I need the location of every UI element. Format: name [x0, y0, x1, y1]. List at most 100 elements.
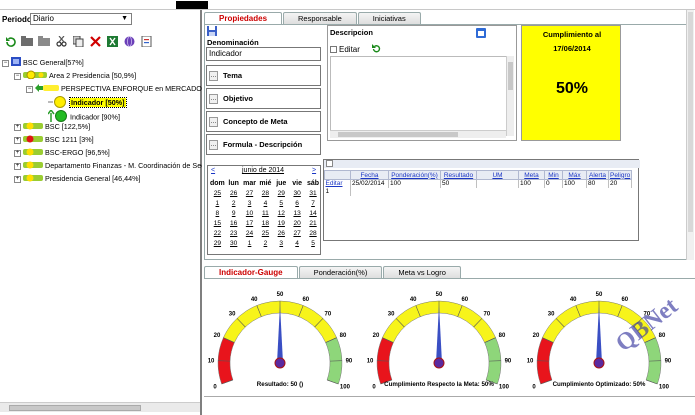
objetivo-field[interactable]: … Objetivo	[206, 88, 321, 109]
collapse-icon[interactable]: −	[2, 59, 9, 67]
calendar-day[interactable]: 25	[257, 228, 273, 238]
calendar-day[interactable]: 12	[273, 208, 289, 218]
tema-field[interactable]: … Tema	[206, 65, 321, 86]
grid-pager[interactable]: 1	[324, 187, 351, 196]
calendar-day[interactable]: 31	[305, 188, 321, 198]
ellipsis-button[interactable]: …	[209, 117, 218, 127]
collapse-icon[interactable]: −	[14, 72, 21, 80]
tree-node-presidencia[interactable]: + Presidencia General [46,44%]	[14, 173, 141, 183]
expand-icon[interactable]: +	[14, 175, 21, 183]
expand-icon[interactable]: +	[14, 162, 21, 170]
calendar-day[interactable]: 29	[209, 238, 226, 248]
copy-icon[interactable]	[72, 35, 84, 47]
edit-window-icon[interactable]	[476, 28, 486, 40]
scrollbar-thumb[interactable]	[508, 62, 513, 90]
ellipsis-button[interactable]: …	[209, 94, 218, 104]
tree-node-depto-finanzas[interactable]: + Departamento Finanzas - M. Coordinación…	[14, 160, 202, 170]
folder-icon[interactable]	[21, 35, 33, 47]
tree-node-indicador-50[interactable]: Indicador [50%]	[48, 96, 127, 109]
descripcion-textarea[interactable]	[330, 56, 514, 136]
calendar-day[interactable]: 6	[289, 198, 305, 208]
calendar-day[interactable]: 20	[289, 218, 305, 228]
denominacion-input[interactable]: Indicador	[206, 47, 321, 61]
grid-header-meta[interactable]: Meta	[518, 170, 545, 180]
folder-open-icon[interactable]	[38, 35, 50, 47]
calendar-day[interactable]: 10	[242, 208, 258, 218]
tree-node-area2[interactable]: − Area 2 Presidencia [50,9%]	[14, 70, 136, 80]
calendar-day[interactable]: 29	[273, 188, 289, 198]
editar-checkbox[interactable]	[330, 46, 337, 53]
calendar-day[interactable]: 30	[226, 238, 242, 248]
calendar-day[interactable]: 17	[242, 218, 258, 228]
calendar-day[interactable]: 18	[257, 218, 273, 228]
grid-header-ponderacion[interactable]: Ponderación(%)	[388, 170, 441, 180]
editar-checkbox-row[interactable]: Editar	[330, 44, 381, 55]
calendar-day[interactable]: 26	[273, 228, 289, 238]
globe-icon[interactable]	[123, 35, 135, 47]
expand-icon[interactable]: +	[14, 149, 21, 157]
grid-edit-link[interactable]: Editar	[324, 179, 351, 188]
calendar-day[interactable]: 7	[305, 198, 321, 208]
tree-node-bsc-ergo[interactable]: + BSC-ERGO [96,5%]	[14, 147, 110, 157]
calendar-day[interactable]: 23	[226, 228, 242, 238]
tree-node-indicador-90[interactable]: Indicador [90%]	[47, 108, 120, 122]
collapse-icon[interactable]: −	[26, 85, 33, 93]
calendar-next-month[interactable]: >	[312, 167, 316, 174]
calendar-day[interactable]: 28	[305, 228, 321, 238]
ellipsis-button[interactable]: …	[209, 71, 218, 81]
formula-field[interactable]: … Formula - Descripción	[206, 134, 321, 155]
calendar-day[interactable]: 14	[305, 208, 321, 218]
tree-node-bsc-general[interactable]: − BSC General[57%]	[2, 57, 84, 67]
calendar-day[interactable]: 28	[257, 188, 273, 198]
right-vertical-scrollbar[interactable]	[686, 10, 694, 260]
report-icon[interactable]	[140, 35, 152, 47]
ellipsis-button[interactable]: …	[209, 140, 218, 150]
calendar-day[interactable]: 3	[273, 238, 289, 248]
calendar-day[interactable]: 9	[226, 208, 242, 218]
excel-icon[interactable]	[106, 35, 118, 47]
grid-header-alerta[interactable]: Alerta	[586, 170, 609, 180]
grid-header-fecha[interactable]: Fecha	[350, 170, 389, 180]
grid-header-um[interactable]: UM	[476, 170, 519, 180]
calendar-day[interactable]: 4	[257, 198, 273, 208]
calendar-day[interactable]: 21	[305, 218, 321, 228]
calendar-day[interactable]: 5	[305, 238, 321, 248]
calendar-day[interactable]: 2	[257, 238, 273, 248]
descripcion-hscrollbar[interactable]	[330, 130, 506, 138]
calendar-day[interactable]: 19	[273, 218, 289, 228]
calendar-day[interactable]: 11	[257, 208, 273, 218]
tree-horizontal-scrollbar[interactable]	[0, 402, 200, 412]
calendar-day[interactable]: 5	[273, 198, 289, 208]
grid-header-peligro[interactable]: Peligro	[607, 170, 633, 180]
concepto-meta-field[interactable]: … Concepto de Meta	[206, 111, 321, 132]
calendar-day[interactable]: 1	[209, 198, 226, 208]
cut-icon[interactable]	[55, 35, 67, 47]
calendar-day[interactable]: 13	[289, 208, 305, 218]
calendar-day[interactable]: 2	[226, 198, 242, 208]
expand-icon[interactable]: +	[14, 123, 21, 131]
calendar-day[interactable]: 27	[289, 228, 305, 238]
calendar-day[interactable]: 26	[226, 188, 242, 198]
tree-node-perspectiva[interactable]: − PERSPECTIVA ENFORQUE en MERCADOS Y CLIE	[26, 83, 202, 93]
scrollbar-thumb[interactable]	[688, 12, 693, 232]
scrollbar-thumb[interactable]	[338, 132, 458, 137]
refresh-icon[interactable]	[4, 35, 16, 47]
delete-icon[interactable]	[89, 35, 101, 47]
tree-node-bsc-122[interactable]: + BSC [122,5%]	[14, 121, 90, 131]
calendar-day[interactable]: 30	[289, 188, 305, 198]
scrollbar-thumb[interactable]	[9, 405, 141, 411]
grid-header-resultado[interactable]: Resultado	[440, 170, 477, 180]
calendar-day[interactable]: 15	[209, 218, 226, 228]
calendar-day[interactable]: 24	[242, 228, 258, 238]
grid-header-min[interactable]: Min	[544, 170, 563, 180]
save-icon[interactable]	[207, 26, 217, 38]
refresh-icon[interactable]	[371, 44, 381, 55]
calendar-day[interactable]: 22	[209, 228, 226, 238]
period-select[interactable]: Diario ▼	[30, 13, 132, 25]
calendar-day[interactable]: 25	[209, 188, 226, 198]
calendar-day[interactable]: 16	[226, 218, 242, 228]
calendar-day[interactable]: 4	[289, 238, 305, 248]
tree-node-bsc-1211[interactable]: + BSC 1211 [3%]	[14, 134, 94, 144]
calendar-prev-month[interactable]: <	[211, 167, 215, 174]
calendar-day[interactable]: 1	[242, 238, 258, 248]
